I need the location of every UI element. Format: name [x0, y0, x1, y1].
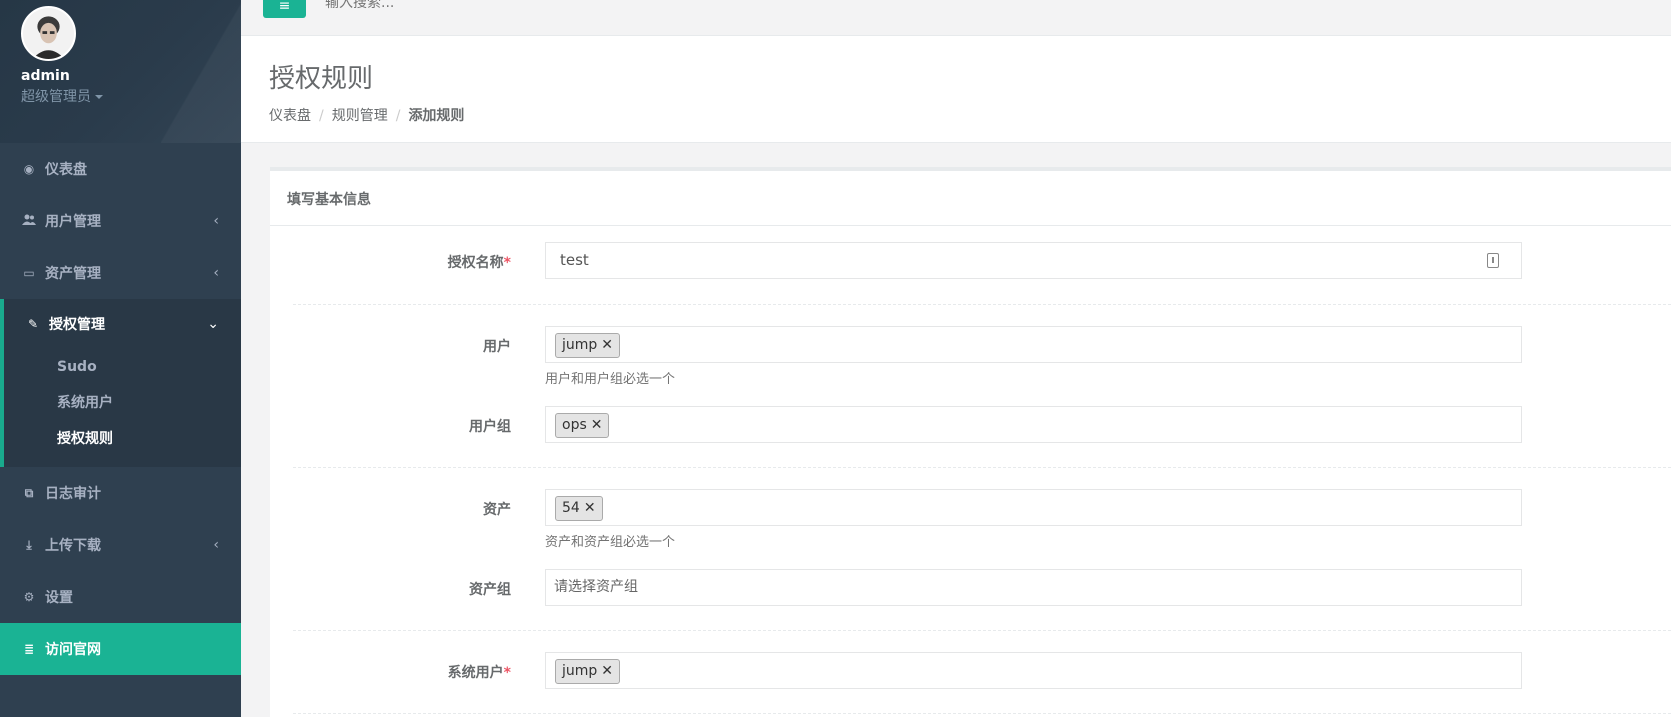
- name-label: 授权名称*: [447, 255, 511, 271]
- selected-tag: jump ✕: [555, 333, 621, 358]
- selected-tag: jump ✕: [555, 659, 621, 684]
- asset-group-label: 资产组: [469, 582, 511, 598]
- sidebar-item-settings[interactable]: ⚙ 设置: [0, 571, 241, 623]
- sidebar-subitem-rules[interactable]: 授权规则: [4, 421, 241, 457]
- profile-role-label: 超级管理员: [21, 89, 91, 105]
- sidebar-item-permissions: ✎ 授权管理 ⌄ Sudo 系统用户 授权规则: [0, 299, 241, 467]
- sidebar-subitem-system-user[interactable]: 系统用户: [4, 385, 241, 421]
- user-label: 用户: [483, 339, 511, 355]
- breadcrumb-link-dashboard[interactable]: 仪表盘: [269, 108, 311, 124]
- system-user-label: 系统用户*: [447, 665, 511, 681]
- tag-remove-icon[interactable]: ✕: [591, 417, 603, 433]
- profile-panel: admin 超级管理员: [0, 0, 241, 143]
- form-panel: 填写基本信息 授权名称* test 用户 jump ✕ 用户和用户组必选一个 用户…: [270, 167, 1671, 717]
- selected-tag: 54 ✕: [555, 496, 603, 521]
- search-input[interactable]: [325, 0, 625, 11]
- sidebar: admin 超级管理员 ◉ 仪表盘 用户管理 ‹ ▭ 资产管理 ‹ ✎ 授权管理 ⌄ Sud…: [0, 0, 241, 717]
- dashboard-icon: ◉: [23, 162, 35, 176]
- chevron-down-icon: ⌄: [207, 316, 219, 332]
- form-divider: [293, 713, 1671, 714]
- sidebar-nav: ◉ 仪表盘 用户管理 ‹ ▭ 资产管理 ‹ ✎ 授权管理 ⌄ Sudo 系统用户 授权规则 …: [0, 143, 241, 675]
- avatar-image: [23, 8, 74, 59]
- edit-icon: ✎: [27, 317, 39, 331]
- breadcrumb-separator: /: [395, 108, 401, 124]
- sidebar-item-website[interactable]: ≣ 访问官网: [0, 623, 241, 675]
- sidebar-item-label: 访问官网: [45, 642, 101, 658]
- form-divider: [293, 630, 1671, 631]
- tag-remove-icon[interactable]: ✕: [601, 663, 613, 679]
- sidebar-item-transfer[interactable]: ⤓ 上传下载 ‹: [0, 519, 241, 571]
- sidebar-item-audit[interactable]: ⧉ 日志审计: [0, 467, 241, 519]
- system-user-select[interactable]: jump ✕: [545, 652, 1522, 689]
- inbox-icon: ▭: [23, 266, 35, 280]
- clipboard-icon: [1487, 253, 1499, 268]
- sidebar-subitem-sudo[interactable]: Sudo: [4, 349, 241, 385]
- sidebar-item-dashboard[interactable]: ◉ 仪表盘: [0, 143, 241, 195]
- avatar[interactable]: [21, 6, 76, 61]
- profile-name[interactable]: admin: [21, 68, 241, 84]
- top-navbar: ≡: [241, 0, 1671, 36]
- sidebar-item-label: 用户管理: [45, 214, 101, 230]
- asset-help-text: 资产和资产组必选一个: [545, 535, 676, 550]
- asset-label: 资产: [483, 502, 511, 518]
- form-divider: [293, 304, 1671, 305]
- required-marker: *: [503, 255, 511, 271]
- profile-role-dropdown[interactable]: 超级管理员: [21, 86, 241, 106]
- sidebar-item-assets[interactable]: ▭ 资产管理 ‹: [0, 247, 241, 299]
- sidebar-item-users[interactable]: 用户管理 ‹: [0, 195, 241, 247]
- page-heading: 授权规则 仪表盘 / 规则管理 / 添加规则: [241, 36, 1671, 143]
- chevron-left-icon: ‹: [213, 265, 219, 281]
- chevron-left-icon: ‹: [213, 537, 219, 553]
- panel-title: 填写基本信息: [270, 171, 1671, 226]
- chevron-left-icon: ‹: [213, 213, 219, 229]
- tag-remove-icon[interactable]: ✕: [601, 337, 613, 353]
- sidebar-item-label: 授权管理: [49, 317, 105, 333]
- rule-name-input[interactable]: test: [545, 242, 1522, 279]
- breadcrumb-separator: /: [319, 108, 324, 124]
- breadcrumb-current: 添加规则: [408, 108, 465, 124]
- sidebar-item-label: 设置: [45, 590, 73, 606]
- page-title: 授权规则: [269, 64, 374, 94]
- download-icon: ⤓: [26, 537, 32, 552]
- asset-select[interactable]: 54 ✕: [545, 489, 1522, 526]
- user-group-label: 用户组: [469, 419, 511, 435]
- tag-remove-icon[interactable]: ✕: [584, 500, 596, 516]
- caret-down-icon: [95, 95, 103, 99]
- asset-group-select[interactable]: 请选择资产组: [545, 569, 1522, 606]
- database-icon: ≣: [23, 642, 35, 656]
- menu-toggle-button[interactable]: ≡: [263, 0, 306, 18]
- sidebar-item-permissions-toggle[interactable]: ✎ 授权管理 ⌄: [4, 299, 241, 349]
- sidebar-item-label: 日志审计: [45, 486, 101, 502]
- breadcrumb-link-rules[interactable]: 规则管理: [332, 108, 388, 124]
- user-group-select[interactable]: ops ✕: [545, 406, 1522, 443]
- gears-icon: ⚙: [23, 590, 35, 604]
- sidebar-item-label: 上传下载: [45, 538, 101, 554]
- sidebar-item-label: 仪表盘: [45, 162, 87, 178]
- rule-name-value: test: [560, 251, 589, 269]
- user-select[interactable]: jump ✕: [545, 326, 1522, 363]
- required-marker: *: [503, 665, 511, 681]
- users-icon: [21, 214, 37, 228]
- selected-tag: ops ✕: [555, 413, 610, 438]
- user-help-text: 用户和用户组必选一个: [545, 372, 676, 387]
- breadcrumb: 仪表盘 / 规则管理 / 添加规则: [269, 105, 1671, 125]
- copy-icon: ⧉: [24, 485, 34, 500]
- form-divider: [293, 467, 1671, 468]
- sidebar-submenu: Sudo 系统用户 授权规则: [4, 349, 241, 467]
- sidebar-item-label: 资产管理: [45, 266, 101, 282]
